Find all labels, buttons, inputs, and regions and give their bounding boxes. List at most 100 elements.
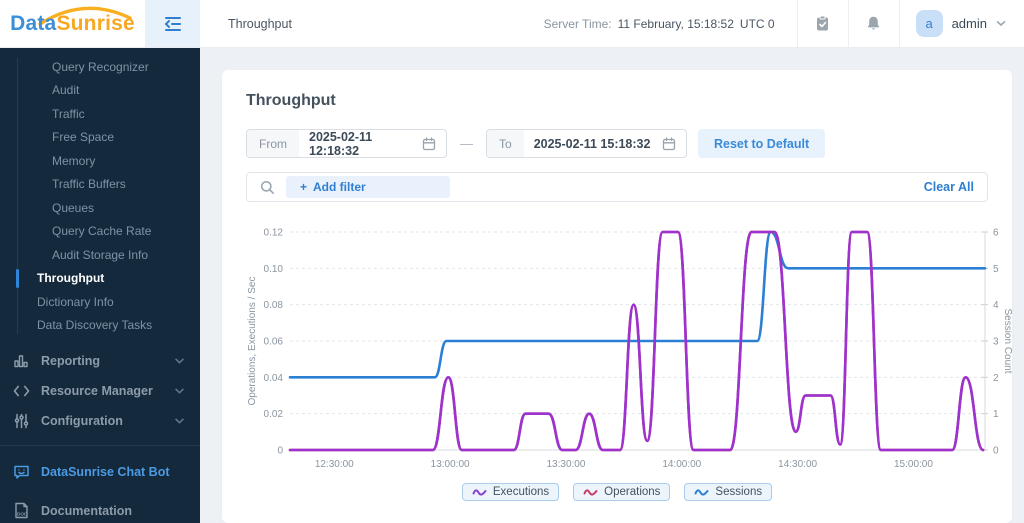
to-value: 2025-02-11 15:18:32 [533, 136, 651, 151]
sidebar-item-data-discovery-tasks[interactable]: Data Discovery Tasks [0, 314, 200, 338]
wave-icon [694, 489, 709, 496]
calendar-icon[interactable] [662, 136, 676, 151]
left-axis-tick: 0.10 [264, 264, 284, 275]
avatar: a [915, 10, 943, 37]
sidebar-item-dictionary-info[interactable]: Dictionary Info [0, 290, 200, 314]
left-axis-tick: 0.08 [264, 300, 284, 311]
plus-icon: + [300, 180, 308, 194]
svg-text:DOC: DOC [17, 512, 28, 517]
top-bar: DataSunrise Throughput Server Time: 11 F… [0, 0, 1024, 48]
left-axis-tick: 0.04 [264, 373, 284, 384]
user-menu[interactable]: a admin [900, 0, 1024, 47]
sidebar-item-audit[interactable]: Audit [0, 79, 200, 103]
search-icon [260, 180, 275, 195]
sliders-icon [12, 413, 30, 429]
chevron-down-icon [175, 388, 184, 394]
chart-area: 0.12 6 0.10 5 0.08 4 0.06 3 0.04 2 0.02 1 0 0 12:30:00… [246, 224, 1013, 479]
right-axis-tick: 3 [993, 337, 999, 348]
server-time-zone: UTC 0 [739, 16, 775, 31]
from-label: From [247, 130, 299, 157]
document-icon: DOC [12, 502, 30, 519]
logo-text: DataSunrise [10, 11, 135, 35]
left-axis-tick: 0 [277, 446, 283, 457]
server-time-value: 11 February, 15:18:52 [617, 16, 734, 31]
clear-all-link[interactable]: Clear All [924, 180, 974, 194]
sidebar-item-query-recognizer[interactable]: Query Recognizer [0, 55, 200, 79]
x-axis-tick: 13:30:00 [546, 459, 585, 470]
sidebar-item-traffic[interactable]: Traffic [0, 102, 200, 126]
sidebar-link-datasunrise-chat-bot[interactable]: DataSunrise Chat Bot [0, 452, 200, 491]
right-axis-tick: 6 [993, 228, 999, 239]
sidebar-link-label: Documentation [41, 503, 132, 518]
wave-icon [472, 489, 487, 496]
reset-to-default-button[interactable]: Reset to Default [698, 129, 826, 158]
sidebar-item-audit-storage-info[interactable]: Audit Storage Info [0, 243, 200, 267]
tasks-button[interactable] [798, 0, 848, 47]
sidebar-link-documentation[interactable]: DOC Documentation [0, 491, 200, 523]
sidebar-collapse-button[interactable] [145, 0, 200, 47]
right-axis-tick: 2 [993, 373, 999, 384]
throughput-chart: 0.12 6 0.10 5 0.08 4 0.06 3 0.04 2 0.02 1 0 0 12:30:00… [247, 228, 1013, 471]
wave-icon [583, 489, 598, 496]
range-separator: — [460, 136, 473, 151]
chevron-down-icon [175, 418, 184, 424]
sidebar-item-free-space[interactable]: Free Space [0, 126, 200, 150]
breadcrumb-page-title: Throughput [228, 16, 292, 31]
server-time-label: Server Time: [543, 16, 612, 31]
sidebar-item-query-cache-rate[interactable]: Query Cache Rate [0, 220, 200, 244]
legend-toggle-sessions[interactable]: Sessions [684, 483, 773, 501]
clipboard-check-icon [817, 15, 829, 31]
left-axis-title: Operations, Executions / Sec [247, 277, 258, 406]
legend-label: Sessions [715, 486, 763, 498]
sidebar-section-reporting[interactable]: Reporting [0, 346, 200, 376]
main-content: Throughput From 2025-02-11 12:18:32 — To… [200, 48, 1024, 523]
sidebar-section-label: Reporting [41, 354, 101, 368]
right-axis-tick: 1 [993, 409, 999, 420]
chevron-down-icon [175, 358, 184, 364]
legend-toggle-operations[interactable]: Operations [573, 483, 671, 501]
sidebar-section-label: Resource Manager [41, 384, 153, 398]
sidebar-section-label: Configuration [41, 414, 123, 428]
right-axis-tick: 4 [993, 300, 999, 311]
bar-chart-icon [12, 353, 30, 369]
filter-bar: + Add filter Clear All [246, 172, 988, 202]
throughput-card: Throughput From 2025-02-11 12:18:32 — To… [222, 70, 1013, 523]
server-time: Server Time: 11 February, 15:18:52 UTC 0 [544, 0, 797, 47]
left-axis-tick: 0.06 [264, 337, 284, 348]
legend-label: Operations [604, 486, 661, 498]
legend-label: Executions [492, 486, 550, 498]
calendar-icon[interactable] [422, 136, 436, 151]
add-filter-button[interactable]: + Add filter [286, 176, 450, 198]
to-date-input[interactable]: To 2025-02-11 15:18:32 [486, 129, 687, 158]
sidebar-item-traffic-buffers[interactable]: Traffic Buffers [0, 173, 200, 197]
page-title: Throughput [246, 92, 336, 109]
notifications-button[interactable] [849, 0, 899, 47]
chevron-down-icon [996, 21, 1006, 27]
legend-toggle-executions[interactable]: Executions [461, 483, 560, 501]
from-value: 2025-02-11 12:18:32 [309, 129, 373, 158]
menu-fold-icon [164, 16, 181, 31]
sidebar-item-throughput[interactable]: Throughput [0, 267, 200, 291]
sidebar-item-queues[interactable]: Queues [0, 196, 200, 220]
chat-bot-icon [12, 464, 30, 480]
app-window: DataSunrise Throughput Server Time: 11 F… [0, 0, 1024, 523]
sidebar-item-memory[interactable]: Memory [0, 149, 200, 173]
right-axis-title: Session Count [1002, 308, 1012, 373]
x-axis-tick: 13:00:00 [431, 459, 470, 470]
sidebar-link-label: DataSunrise Chat Bot [41, 464, 170, 479]
sidebar-section-resource-manager[interactable]: Resource Manager [0, 376, 200, 406]
date-range-row: From 2025-02-11 12:18:32 — To 2025-02-11… [246, 129, 988, 158]
right-axis-tick: 0 [993, 446, 999, 457]
x-axis-tick: 12:30:00 [315, 459, 354, 470]
left-axis-tick: 0.02 [264, 409, 284, 420]
sidebar-section-configuration[interactable]: Configuration [0, 406, 200, 436]
from-date-input[interactable]: From 2025-02-11 12:18:32 [246, 129, 447, 158]
code-icon [12, 384, 30, 398]
sidebar-tree: Query Recognizer Audit Traffic Free Space Me… [0, 55, 200, 337]
bell-icon [868, 16, 880, 30]
datasunrise-logo[interactable]: DataSunrise [0, 0, 145, 47]
top-bar-right: Server Time: 11 February, 15:18:52 UTC 0 [544, 0, 1024, 47]
x-axis-tick: 14:00:00 [662, 459, 701, 470]
x-axis-tick: 14:30:00 [778, 459, 817, 470]
right-axis-tick: 5 [993, 264, 999, 275]
